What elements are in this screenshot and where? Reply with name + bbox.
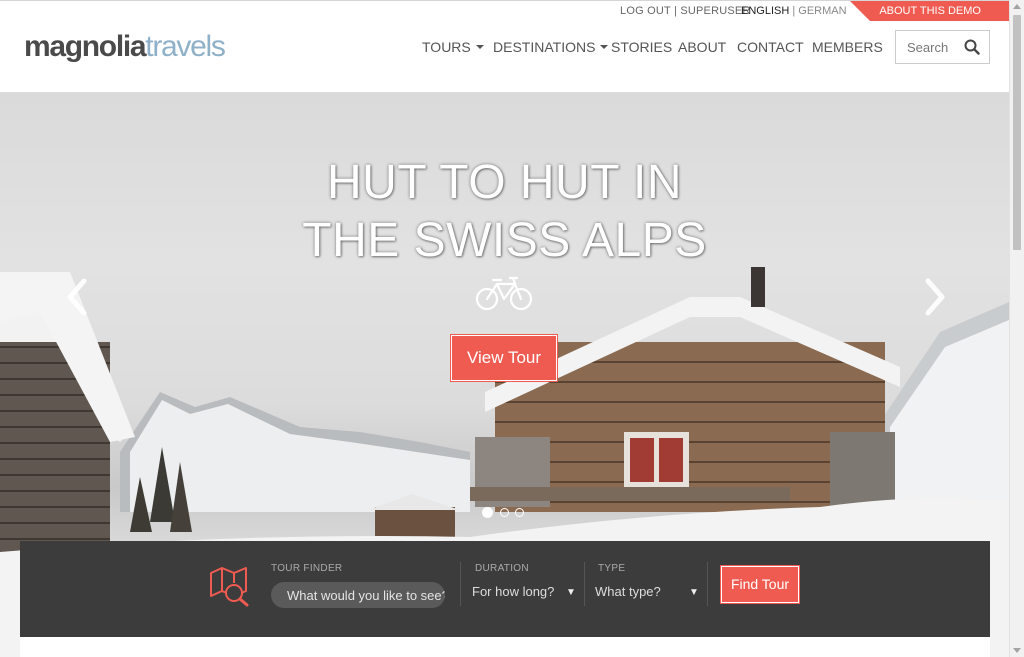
- duration-select[interactable]: For how long? ▼: [472, 584, 576, 599]
- logo-part-1: magnolia: [24, 30, 147, 63]
- nav-tours-label: TOURS: [422, 39, 471, 55]
- duration-label: DURATION: [475, 563, 529, 574]
- type-label: TYPE: [598, 563, 626, 574]
- chevron-down-icon: ▼: [566, 587, 576, 598]
- finder-divider: [584, 562, 585, 606]
- bicycle-icon: [475, 276, 533, 311]
- logo-part-2: travels: [145, 30, 226, 63]
- hero-title: HUT TO HUT IN THE SWISS ALPS: [0, 154, 1009, 270]
- nav-members[interactable]: MEMBERS: [812, 39, 883, 55]
- finder-divider: [707, 562, 708, 606]
- account-links: LOG OUT | SUPERUSER: [620, 5, 751, 17]
- search-box: [895, 30, 990, 64]
- carousel-dot-1[interactable]: [482, 507, 493, 518]
- type-value: What type?: [595, 584, 661, 599]
- map-search-icon: [210, 567, 249, 607]
- nav-destinations[interactable]: DESTINATIONS: [493, 39, 609, 55]
- nav-about[interactable]: ABOUT: [678, 39, 726, 55]
- chevron-down-icon: [475, 45, 484, 49]
- tour-finder-label: TOUR FINDER: [271, 563, 343, 574]
- page: LOG OUT | SUPERUSER ENGLISH | GERMAN ABO…: [0, 0, 1009, 657]
- utility-bar: LOG OUT | SUPERUSER ENGLISH | GERMAN ABO…: [0, 1, 1009, 21]
- hero-title-line-2: THE SWISS ALPS: [302, 214, 707, 267]
- carousel-dot-3[interactable]: [515, 508, 524, 517]
- finder-divider: [460, 562, 461, 606]
- chevron-right-icon[interactable]: [924, 277, 946, 317]
- scrollbar[interactable]: [1009, 0, 1024, 657]
- nav-about-label: ABOUT: [678, 39, 727, 55]
- hero-title-line-1: HUT TO HUT IN: [327, 156, 682, 209]
- view-tour-button[interactable]: View Tour: [450, 334, 558, 382]
- nav-tours[interactable]: TOURS: [422, 39, 484, 55]
- chevron-down-icon: ▼: [689, 587, 699, 598]
- tour-finder-input[interactable]: [271, 582, 445, 608]
- find-tour-button[interactable]: Find Tour: [720, 565, 800, 604]
- nav-contact[interactable]: CONTACT: [737, 39, 804, 55]
- nav-destinations-label: DESTINATIONS: [493, 39, 596, 55]
- chevron-left-icon[interactable]: [66, 277, 88, 317]
- type-select[interactable]: What type? ▼: [595, 584, 699, 599]
- logo[interactable]: magnoliatravels: [24, 30, 226, 64]
- magnifier-icon[interactable]: [964, 39, 980, 55]
- lang-separator: |: [792, 5, 796, 17]
- lang-english[interactable]: ENGLISH: [741, 5, 789, 17]
- tour-finder: TOUR FINDER DURATION For how long? ▼ TYP…: [20, 541, 990, 637]
- chevron-down-icon: [600, 45, 609, 49]
- language-switcher: ENGLISH | GERMAN: [741, 5, 847, 17]
- scrollbar-thumb[interactable]: [1013, 15, 1021, 250]
- carousel-dot-2[interactable]: [500, 508, 509, 517]
- nav-members-label: MEMBERS: [812, 39, 883, 55]
- scroll-down-icon[interactable]: [1013, 648, 1021, 653]
- nav-contact-label: CONTACT: [737, 39, 804, 55]
- duration-value: For how long?: [472, 584, 555, 599]
- nav-stories[interactable]: STORIES: [611, 39, 672, 55]
- lang-german[interactable]: GERMAN: [798, 5, 846, 17]
- nav-stories-label: STORIES: [611, 39, 673, 55]
- account-separator: |: [673, 5, 678, 17]
- content-area: [20, 637, 990, 657]
- scroll-up-icon[interactable]: [1013, 4, 1021, 9]
- logout-link[interactable]: LOG OUT: [620, 5, 671, 17]
- about-demo-button[interactable]: ABOUT THIS DEMO: [850, 1, 1009, 21]
